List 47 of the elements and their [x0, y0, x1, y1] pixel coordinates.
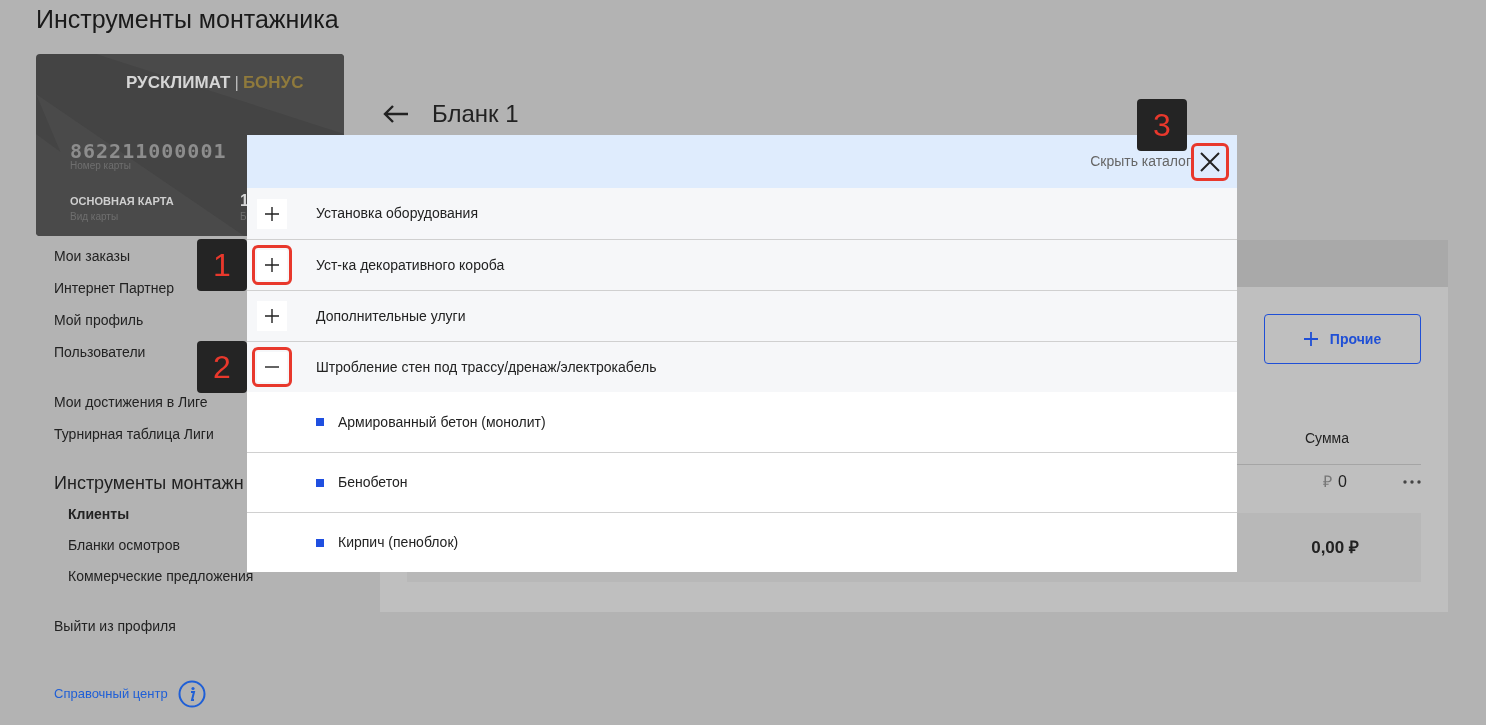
expand-button[interactable]: [257, 198, 287, 229]
category-row[interactable]: Дополнительные улуги: [247, 290, 1237, 341]
section-title: Инструменты монтажн: [54, 472, 244, 495]
category-label: Дополнительные улуги: [316, 306, 466, 326]
total-amount: 0,00 ₽: [1311, 536, 1359, 559]
category-row[interactable]: Установка оборудования: [247, 188, 1237, 239]
subcategory-label: Армированный бетон (монолит): [338, 412, 546, 432]
bullet-icon: [316, 538, 324, 547]
highlight-frame: [1191, 142, 1229, 181]
form-title: Бланк 1: [432, 99, 519, 129]
bullet-icon: [316, 418, 324, 426]
callout-number: 3: [1137, 98, 1187, 151]
page-title: Инструменты монтажника: [36, 4, 340, 34]
category-row[interactable]: Штробление стен под трассу/дренаж/электрокабель: [247, 341, 1237, 392]
callout-number: 1: [197, 239, 247, 291]
add-other-button[interactable]: Прочие: [1264, 314, 1421, 364]
more-icon[interactable]: [1403, 480, 1421, 484]
card-brand: РУСКЛИМАТ: [126, 72, 231, 94]
expand-button[interactable]: [257, 301, 287, 331]
amount-cell-text: 0: [1338, 472, 1347, 492]
plus-icon: [1303, 332, 1318, 346]
category-label: Установка оборудования: [316, 204, 478, 223]
hide-catalog-link[interactable]: Скрыть каталог: [1090, 151, 1191, 172]
minus-icon: [265, 366, 279, 368]
subcategory-label: Кирпич (пеноблок): [338, 533, 459, 552]
category-row[interactable]: Уст-ка декоративного короба: [247, 239, 1237, 290]
highlight-frame: [252, 347, 292, 387]
logout-link[interactable]: Выйти из профиля: [54, 610, 344, 642]
collapse-button[interactable]: [257, 352, 287, 382]
category-label: Уст-ка декоративного короба: [316, 255, 505, 275]
plus-icon: [265, 309, 279, 323]
info-icon[interactable]: [177, 680, 206, 708]
currency-sign: ₽: [1323, 472, 1333, 492]
plus-icon: [265, 258, 279, 272]
callout-number: 2: [197, 341, 247, 393]
card-type: ОСНОВНАЯ КАРТА: [70, 194, 174, 209]
brand-separator: |: [234, 72, 239, 94]
highlight-frame: [252, 245, 292, 285]
subcategory-label: Бенобетон: [338, 473, 408, 492]
close-icon: [1200, 151, 1220, 172]
category-label: Штробление стен под трассу/дренаж/электрокабель: [316, 357, 657, 377]
card-brand-suffix: БОНУС: [242, 72, 304, 94]
expand-button[interactable]: [257, 250, 287, 280]
bullet-icon: [316, 478, 324, 487]
back-arrow-icon[interactable]: [382, 104, 408, 124]
plus-icon: [265, 206, 279, 221]
column-header: Сумма: [1305, 429, 1349, 448]
